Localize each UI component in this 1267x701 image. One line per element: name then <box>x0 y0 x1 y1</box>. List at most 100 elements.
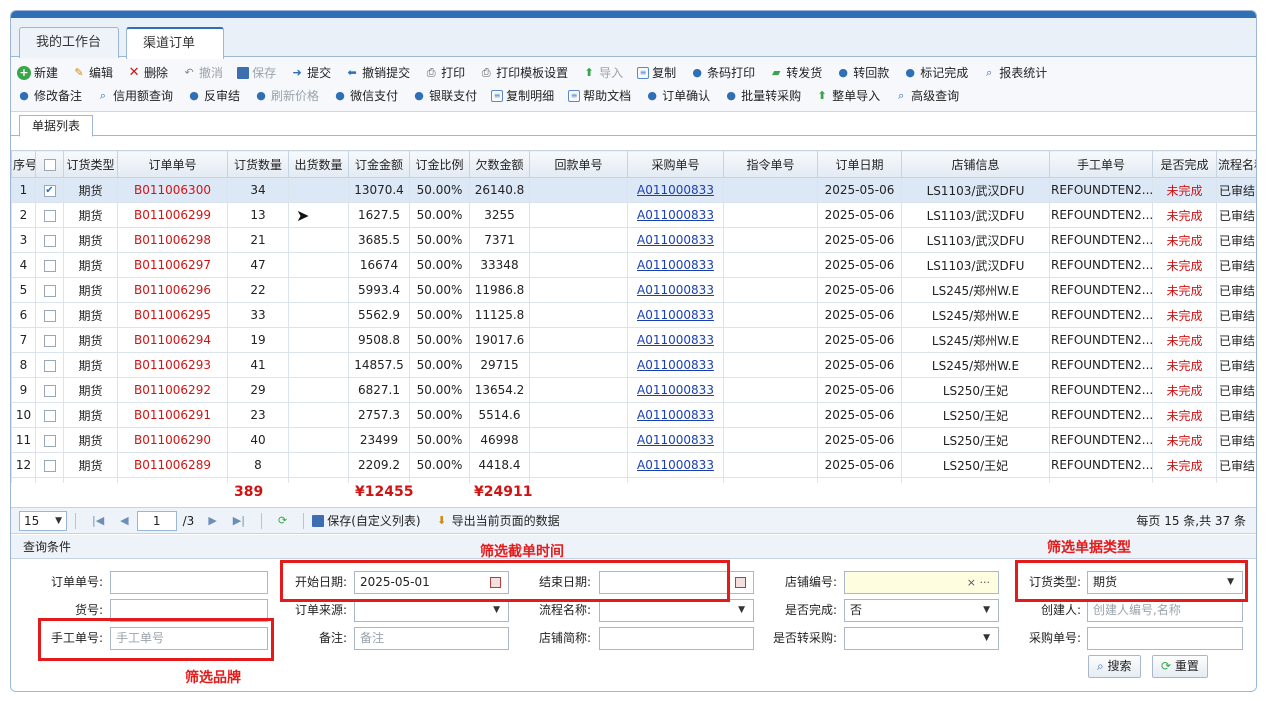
column-header[interactable]: 订金比例 <box>409 150 470 178</box>
row-checkbox[interactable] <box>35 227 64 253</box>
table-row[interactable]: 1 ✔ 期货 B011006300 34 13070.4 50.00% 26140.8 A011… <box>11 177 1256 203</box>
row-checkbox[interactable] <box>35 352 64 378</box>
report-button[interactable]: ⌕ 报表统计 <box>982 64 1047 81</box>
batch-purchase-button[interactable]: ● 批量转采购 <box>724 87 801 104</box>
row-checkbox[interactable] <box>35 277 64 303</box>
copy-button[interactable]: ≡ 复制 <box>637 64 676 81</box>
column-header[interactable]: 流程名称 <box>1216 150 1256 178</box>
to-shipment-button[interactable]: ▰ 转发货 <box>769 64 822 81</box>
table-row[interactable]: 3 期货 B011006298 21 3685.5 50.00% 7371 A01100083… <box>11 227 1256 253</box>
table-row[interactable]: 6 期货 B011006295 33 5562.9 50.00% 11125.8 A01100… <box>11 302 1256 328</box>
column-header[interactable]: 欠数金额 <box>469 150 530 178</box>
help-doc-button[interactable]: ≡ 帮助文档 <box>568 87 631 104</box>
next-page-icon[interactable]: ▶ <box>208 514 216 527</box>
prev-page-icon[interactable]: ◀ <box>120 514 128 527</box>
done-select[interactable]: 否 ▼ <box>844 599 999 622</box>
table-row[interactable]: 11 期货 B011006290 40 23499 50.00% 46998 A0110008… <box>11 427 1256 453</box>
row-checkbox[interactable]: ✔ <box>35 177 64 203</box>
purchase-no-link[interactable]: A011000833 <box>627 477 724 483</box>
checkbox[interactable] <box>43 434 56 447</box>
purchase-no-link[interactable]: A011000833 <box>627 377 724 403</box>
checkbox[interactable] <box>43 259 56 272</box>
refresh-price-button[interactable]: ● 刷新价格 <box>254 87 319 104</box>
search-button[interactable]: ⌕ 搜索 <box>1088 655 1141 678</box>
table-row[interactable]: 2 期货 B011006299 13 1627.5 50.00% 3255 A01100083… <box>11 202 1256 228</box>
export-page-button[interactable]: ⬇ 导出当前页面的数据 <box>435 512 560 529</box>
column-header[interactable]: 序号 <box>11 150 36 178</box>
column-header[interactable]: 订货类型 <box>63 150 118 178</box>
wechat-pay-button[interactable]: ● 微信支付 <box>333 87 398 104</box>
purchase-no-link[interactable]: A011000833 <box>627 177 724 203</box>
row-checkbox[interactable] <box>35 477 64 483</box>
submit-button[interactable]: ➜ 提交 <box>290 64 331 81</box>
clear-more-icon[interactable]: × ··· <box>967 572 990 593</box>
credit-query-button[interactable]: ⌕ 信用额查询 <box>96 87 173 104</box>
table-row[interactable]: 4 期货 B011006297 47 16674 50.00% 33348 A01100083… <box>11 252 1256 278</box>
shop-code-input[interactable]: × ··· <box>844 571 999 594</box>
checkbox[interactable]: ✔ <box>43 184 56 197</box>
row-checkbox[interactable] <box>35 402 64 428</box>
reset-button[interactable]: ⟳ 重置 <box>1152 655 1208 678</box>
column-header[interactable]: 是否完成 <box>1152 150 1217 178</box>
unionpay-button[interactable]: ● 银联支付 <box>412 87 477 104</box>
select-all-checkbox[interactable] <box>35 150 64 178</box>
column-header[interactable]: 订货数量 <box>227 150 289 178</box>
row-checkbox[interactable] <box>35 202 64 228</box>
purchase-no-link[interactable]: A011000833 <box>627 277 724 303</box>
row-checkbox[interactable] <box>35 302 64 328</box>
barcode-print-button[interactable]: ● 条码打印 <box>690 64 755 81</box>
table-row[interactable]: 8 期货 B011006293 41 14857.5 50.00% 29715 A011000… <box>11 352 1256 378</box>
last-page-icon[interactable]: ▶| <box>233 514 245 527</box>
checkbox[interactable] <box>43 158 56 171</box>
mark-done-button[interactable]: ● 标记完成 <box>903 64 968 81</box>
column-header[interactable]: 指令单号 <box>723 150 818 178</box>
purchase-no-link[interactable]: A011000833 <box>627 202 724 228</box>
to-purchase-select[interactable]: ▼ <box>844 627 999 650</box>
undo-button[interactable]: ↶ 撤消 <box>182 64 223 81</box>
table-row[interactable]: 13 期货B01100628814 4456.250.00%8912.4 A01100… <box>11 477 1256 483</box>
import-button[interactable]: ⬆ 导入 <box>582 64 624 81</box>
new-button[interactable]: + 新建 <box>17 64 58 81</box>
checkbox[interactable] <box>43 309 56 322</box>
print-button[interactable]: ⎙ 打印 <box>424 64 465 81</box>
row-checkbox[interactable] <box>35 427 64 453</box>
table-row[interactable]: 10 期货 B011006291 23 2757.3 50.00% 5514.6 A01100… <box>11 402 1256 428</box>
checkbox[interactable] <box>43 359 56 372</box>
purchase-no-link[interactable]: A011000833 <box>627 252 724 278</box>
shop-short-input[interactable] <box>599 627 754 650</box>
table-row[interactable]: 7 期货 B011006294 19 9508.8 50.00% 19017.6 A01100… <box>11 327 1256 353</box>
edit-button[interactable]: ✎ 编辑 <box>72 64 113 81</box>
close-icon[interactable]: × <box>149 67 158 80</box>
purchase-no-link[interactable]: A011000833 <box>627 227 724 253</box>
row-checkbox[interactable] <box>35 327 64 353</box>
advanced-query-button[interactable]: ⌕ 高级查询 <box>894 87 959 104</box>
to-payment-button[interactable]: ● 转回款 <box>836 64 889 81</box>
edit-remark-button[interactable]: ● 修改备注 <box>17 87 82 104</box>
purchase-no-link[interactable]: A011000833 <box>627 327 724 353</box>
copy-detail-button[interactable]: ≡ 复制明细 <box>491 87 554 104</box>
row-checkbox[interactable] <box>35 452 64 478</box>
row-checkbox[interactable] <box>35 377 64 403</box>
column-header[interactable]: 订单单号 <box>117 150 228 178</box>
column-header[interactable]: 订单日期 <box>817 150 902 178</box>
remark-input[interactable]: 备注 <box>354 627 509 650</box>
table-row[interactable]: 9 期货 B011006292 29 6827.1 50.00% 13654.2 A01100… <box>11 377 1256 403</box>
column-header[interactable]: 出货数量 <box>288 150 349 178</box>
checkbox[interactable] <box>43 209 56 222</box>
column-header[interactable]: 回款单号 <box>529 150 628 178</box>
first-page-icon[interactable]: |◀ <box>92 514 104 527</box>
checkbox[interactable] <box>43 459 56 472</box>
order-no-input[interactable] <box>110 571 268 594</box>
purchase-no-link[interactable]: A011000833 <box>627 302 724 328</box>
column-header[interactable]: 手工单号 <box>1049 150 1153 178</box>
creator-input[interactable]: 创建人编号,名称 <box>1087 599 1243 622</box>
purchase-no-link[interactable]: A011000833 <box>627 427 724 453</box>
tab-document-list[interactable]: 单据列表 <box>19 115 94 137</box>
purchase-no-input[interactable] <box>1087 627 1243 650</box>
order-confirm-button[interactable]: ● 订单确认 <box>645 87 710 104</box>
checkbox[interactable] <box>43 234 56 247</box>
bulk-import-button[interactable]: ⬆ 整单导入 <box>815 87 881 104</box>
order-source-select[interactable]: ▼ <box>354 599 509 622</box>
checkbox[interactable] <box>43 384 56 397</box>
save-button[interactable]: 保存 <box>237 64 276 81</box>
